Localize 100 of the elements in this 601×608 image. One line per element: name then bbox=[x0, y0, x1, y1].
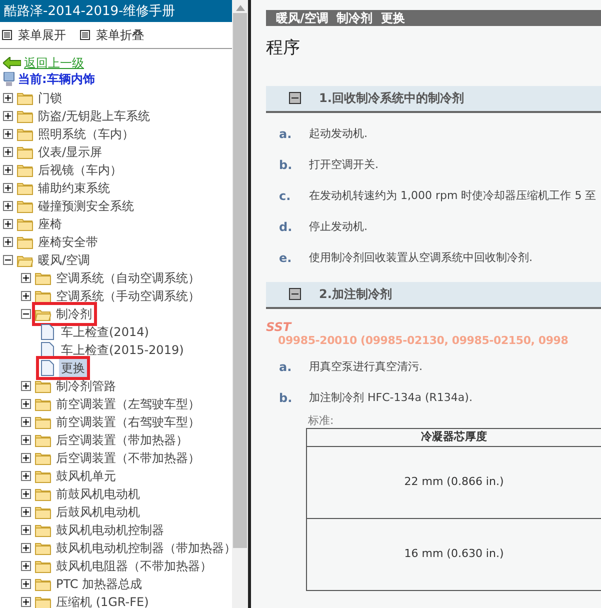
step-letter: a. bbox=[279, 126, 293, 143]
table-cell: 22 mm (0.866 in.) bbox=[306, 446, 601, 518]
expand-icon[interactable] bbox=[21, 525, 31, 535]
folder-icon bbox=[17, 235, 33, 249]
collapse-icon[interactable] bbox=[289, 92, 301, 104]
page-heading: 程序 bbox=[266, 37, 301, 60]
tree-item[interactable]: 仪表/显示屏 bbox=[36, 143, 104, 161]
folder-icon bbox=[35, 415, 51, 429]
folder-icon bbox=[17, 163, 33, 177]
tree-item[interactable]: 压缩机 (1GR-FE) bbox=[54, 593, 151, 608]
back-link[interactable]: 返回上一级 bbox=[24, 54, 84, 72]
expand-icon[interactable] bbox=[21, 453, 31, 463]
expand-icon[interactable] bbox=[21, 507, 31, 517]
tree-item[interactable]: 前空调装置（左驾驶车型） bbox=[54, 395, 202, 413]
folder-icon bbox=[35, 469, 51, 483]
tree-item[interactable]: 照明系统（车内） bbox=[36, 125, 136, 143]
folder-icon bbox=[17, 127, 33, 141]
step-text: 用真空泵进行真空清污. bbox=[309, 358, 422, 375]
expand-icon[interactable] bbox=[21, 291, 31, 301]
tree-item[interactable]: 后空调装置（带加热器） bbox=[54, 431, 190, 449]
tree-item[interactable]: 暖风/空调 bbox=[36, 251, 92, 269]
folder-icon bbox=[17, 145, 33, 159]
folder-icon bbox=[35, 541, 51, 555]
expand-icon[interactable] bbox=[21, 543, 31, 553]
tree-item[interactable]: 空调系统（手动空调系统） bbox=[54, 287, 202, 305]
tree-item[interactable]: 空调系统（自动空调系统） bbox=[54, 269, 202, 287]
tree-item[interactable]: 后空调装置（不带加热器） bbox=[54, 449, 202, 467]
back-arrow-icon[interactable] bbox=[3, 57, 21, 69]
document-icon bbox=[41, 324, 54, 340]
tree-item[interactable]: 前空调装置（右驾驶车型） bbox=[54, 413, 202, 431]
folder-icon bbox=[17, 109, 33, 123]
tree-item[interactable]: 辅助约束系统 bbox=[36, 179, 112, 197]
folder-icon bbox=[35, 433, 51, 447]
current-location: 当前:车辆内饰 bbox=[18, 71, 95, 88]
tree-item[interactable]: 车上检查(2014) bbox=[59, 323, 151, 341]
expand-icon[interactable] bbox=[21, 435, 31, 445]
tree-item[interactable]: 鼓风机单元 bbox=[54, 467, 118, 485]
folder-icon bbox=[17, 91, 33, 105]
section-header[interactable]: 1.回收制冷系统中的制冷剂 bbox=[266, 86, 601, 112]
open-folder-icon bbox=[17, 253, 33, 267]
list-icon bbox=[80, 30, 90, 40]
expand-icon[interactable] bbox=[21, 597, 31, 607]
tree-item[interactable]: 防盗/无钥匙上车系统 bbox=[36, 107, 152, 125]
expand-icon[interactable] bbox=[3, 111, 13, 121]
expand-icon[interactable] bbox=[21, 489, 31, 499]
expand-icon[interactable] bbox=[21, 579, 31, 589]
step-letter: c. bbox=[279, 188, 292, 205]
collapse-icon[interactable] bbox=[3, 255, 13, 265]
tree-item[interactable]: 碰撞预测安全系统 bbox=[36, 197, 136, 215]
collapse-icon[interactable] bbox=[21, 309, 31, 319]
step-text: 起动发动机. bbox=[309, 126, 368, 142]
tree-item[interactable]: 鼓风机电动机控制器（带加热器） bbox=[54, 539, 232, 557]
expand-icon[interactable] bbox=[21, 399, 31, 409]
tree-item[interactable]: 后视镜（车内） bbox=[36, 161, 124, 179]
tree-item[interactable]: 更换 bbox=[59, 359, 87, 377]
scrollbar[interactable] bbox=[232, 0, 248, 608]
expand-icon[interactable] bbox=[21, 381, 31, 391]
folder-icon bbox=[35, 505, 51, 519]
expand-icon[interactable] bbox=[3, 147, 13, 157]
expand-icon[interactable] bbox=[3, 219, 13, 229]
expand-icon[interactable] bbox=[21, 561, 31, 571]
folder-icon bbox=[35, 379, 51, 393]
section-title: 2.加注制冷剂 bbox=[319, 286, 392, 303]
tree-item[interactable]: 制冷剂管路 bbox=[54, 377, 118, 395]
tree-item[interactable]: 门锁 bbox=[36, 89, 64, 107]
expand-icon[interactable] bbox=[3, 183, 13, 193]
tree-item[interactable]: 座椅安全带 bbox=[36, 233, 100, 251]
tree-item[interactable]: 制冷剂 bbox=[54, 305, 94, 323]
expand-icon[interactable] bbox=[21, 273, 31, 283]
tree-item[interactable]: 车上检查(2015-2019) bbox=[59, 341, 186, 359]
menu-button[interactable]: 菜单折叠 bbox=[80, 26, 144, 44]
tree-item[interactable]: PTC 加热器总成 bbox=[54, 575, 144, 593]
section-title: 1.回收制冷系统中的制冷剂 bbox=[319, 90, 464, 107]
expand-icon[interactable] bbox=[21, 417, 31, 427]
step-letter: b. bbox=[279, 157, 294, 174]
section-header[interactable]: 2.加注制冷剂 bbox=[266, 282, 601, 308]
expand-icon[interactable] bbox=[3, 201, 13, 211]
expand-icon[interactable] bbox=[3, 129, 13, 139]
tree-item[interactable]: 前鼓风机电动机 bbox=[54, 485, 142, 503]
step-text: 打开空调开关. bbox=[309, 156, 378, 173]
folder-icon bbox=[35, 397, 51, 411]
collapse-icon[interactable] bbox=[289, 288, 301, 300]
folder-icon bbox=[35, 595, 51, 608]
expand-icon[interactable] bbox=[3, 93, 13, 103]
tree-item[interactable]: 后鼓风机电动机 bbox=[54, 503, 142, 521]
breadcrumb-bar: 暖风/空调 制冷剂 更换 bbox=[266, 10, 601, 26]
menu-button[interactable]: 菜单展开 bbox=[2, 26, 66, 44]
scrollbar-thumb[interactable] bbox=[233, 13, 247, 548]
step-text: 在发动机转速约为 1,000 rpm 时使冷却器压缩机工作 5 至 bbox=[309, 188, 596, 204]
folder-icon bbox=[35, 451, 51, 465]
sst-numbers: 09985-20010 (09985-02130, 09985-02150, 0998 bbox=[277, 334, 570, 348]
step-letter: a. bbox=[279, 359, 293, 376]
tree-item[interactable]: 座椅 bbox=[36, 215, 64, 233]
step-text: 加注制冷剂 HFC-134a (R134a). bbox=[309, 390, 472, 406]
tree-item[interactable]: 鼓风机电阻器（不带加热器） bbox=[54, 557, 214, 575]
tree-item[interactable]: 鼓风机电动机控制器 bbox=[54, 521, 166, 539]
sst-label: SST bbox=[266, 320, 293, 334]
expand-icon[interactable] bbox=[21, 471, 31, 481]
expand-icon[interactable] bbox=[3, 165, 13, 175]
expand-icon[interactable] bbox=[3, 237, 13, 247]
